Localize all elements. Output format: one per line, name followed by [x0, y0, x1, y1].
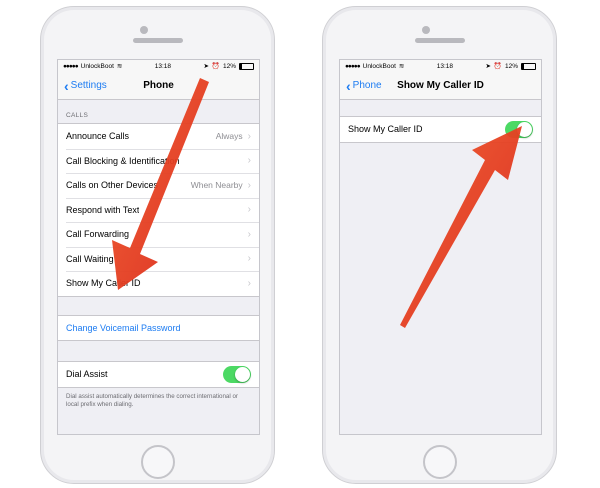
dial-assist-footnote: Dial assist automatically determines the… [66, 392, 238, 408]
row-label: Announce Calls [66, 131, 130, 142]
row-announce-calls[interactable]: Announce Calls Always › [58, 124, 259, 149]
home-button[interactable] [141, 445, 175, 479]
caller-id-group: Show My Caller ID [340, 116, 541, 143]
home-button[interactable] [423, 445, 457, 479]
row-label: Show My Caller ID [66, 278, 141, 289]
nav-bar: ‹ Phone Show My Caller ID [340, 72, 541, 100]
voicemail-group: Change Voicemail Password [58, 314, 259, 341]
chevron-right-icon: › [247, 253, 251, 265]
row-call-forwarding[interactable]: Call Forwarding › [58, 222, 259, 247]
section-header-calls: CALLS [66, 112, 89, 119]
row-value: Always [215, 131, 243, 142]
chevron-left-icon: ‹ [64, 77, 69, 94]
row-label: Call Forwarding [66, 229, 130, 240]
row-label: Calls on Other Devices [66, 180, 159, 191]
row-calls-other-devices[interactable]: Calls on Other Devices When Nearby › [58, 173, 259, 198]
show-caller-id-toggle[interactable] [505, 120, 533, 138]
phone-settings-screen: ●●●●● UnlockBoot ≋ 13:18 ➤ ⏰ 12% ‹ Setti… [57, 59, 260, 435]
row-label: Respond with Text [66, 204, 140, 215]
status-time: 13:18 [436, 62, 454, 70]
battery-icon [521, 62, 536, 70]
wifi-icon: ≋ [116, 63, 123, 70]
change-voicemail-password-link[interactable]: Change Voicemail Password [58, 316, 259, 341]
back-button-phone[interactable]: ‹ Phone [346, 77, 382, 94]
carrier-name: UnlockBoot [80, 62, 114, 70]
back-button-settings[interactable]: ‹ Settings [64, 77, 107, 94]
status-time: 13:18 [154, 62, 172, 70]
chevron-right-icon: › [247, 130, 251, 142]
row-label: Call Blocking & Identification [66, 155, 180, 166]
location-icon: ➤ [485, 63, 491, 70]
row-dial-assist: Dial Assist [58, 362, 259, 387]
row-show-my-caller-id[interactable]: Show My Caller ID › [58, 271, 259, 296]
chevron-right-icon: › [247, 228, 251, 240]
location-icon: ➤ [203, 63, 209, 70]
chevron-left-icon: ‹ [346, 77, 351, 94]
row-call-blocking[interactable]: Call Blocking & Identification › [58, 148, 259, 174]
chevron-right-icon: › [247, 277, 251, 289]
battery-icon [239, 62, 254, 70]
signal-icon: ●●●●● [63, 62, 79, 70]
chevron-right-icon: › [247, 204, 251, 216]
alarm-icon: ⏰ [211, 63, 220, 70]
row-label: Call Waiting [66, 253, 114, 264]
dial-assist-label: Dial Assist [66, 369, 108, 380]
chevron-right-icon: › [247, 179, 251, 191]
dial-assist-toggle[interactable] [223, 365, 251, 383]
back-label: Phone [352, 80, 382, 91]
speaker-grille [415, 38, 465, 43]
row-call-waiting[interactable]: Call Waiting › [58, 246, 259, 272]
battery-percent: 12% [222, 62, 236, 70]
signal-icon: ●●●●● [345, 62, 361, 70]
caller-id-label: Show My Caller ID [348, 124, 423, 135]
alarm-icon: ⏰ [493, 63, 502, 70]
phone-left: ●●●●● UnlockBoot ≋ 13:18 ➤ ⏰ 12% ‹ Setti… [40, 6, 275, 484]
battery-percent: 12% [504, 62, 518, 70]
carrier-name: UnlockBoot [362, 62, 396, 70]
wifi-icon: ≋ [398, 63, 405, 70]
caller-id-screen: ●●●●● UnlockBoot ≋ 13:18 ➤ ⏰ 12% ‹ Phone… [339, 59, 542, 435]
row-show-my-caller-id: Show My Caller ID [340, 117, 541, 142]
phone-right: ●●●●● UnlockBoot ≋ 13:18 ➤ ⏰ 12% ‹ Phone… [322, 6, 557, 484]
row-value: When Nearby [190, 180, 243, 191]
dial-assist-group: Dial Assist [58, 361, 259, 388]
camera-dot [422, 26, 430, 34]
camera-dot [140, 26, 148, 34]
nav-bar: ‹ Settings Phone [58, 72, 259, 100]
calls-group: Announce Calls Always › Call Blocking & I… [58, 123, 259, 297]
chevron-right-icon: › [247, 155, 251, 167]
voicemail-link-label: Change Voicemail Password [66, 322, 181, 333]
speaker-grille [133, 38, 183, 43]
status-bar: ●●●●● UnlockBoot ≋ 13:18 ➤ ⏰ 12% [58, 60, 259, 72]
status-bar: ●●●●● UnlockBoot ≋ 13:18 ➤ ⏰ 12% [340, 60, 541, 72]
row-respond-with-text[interactable]: Respond with Text › [58, 197, 259, 223]
back-label: Settings [70, 80, 107, 91]
